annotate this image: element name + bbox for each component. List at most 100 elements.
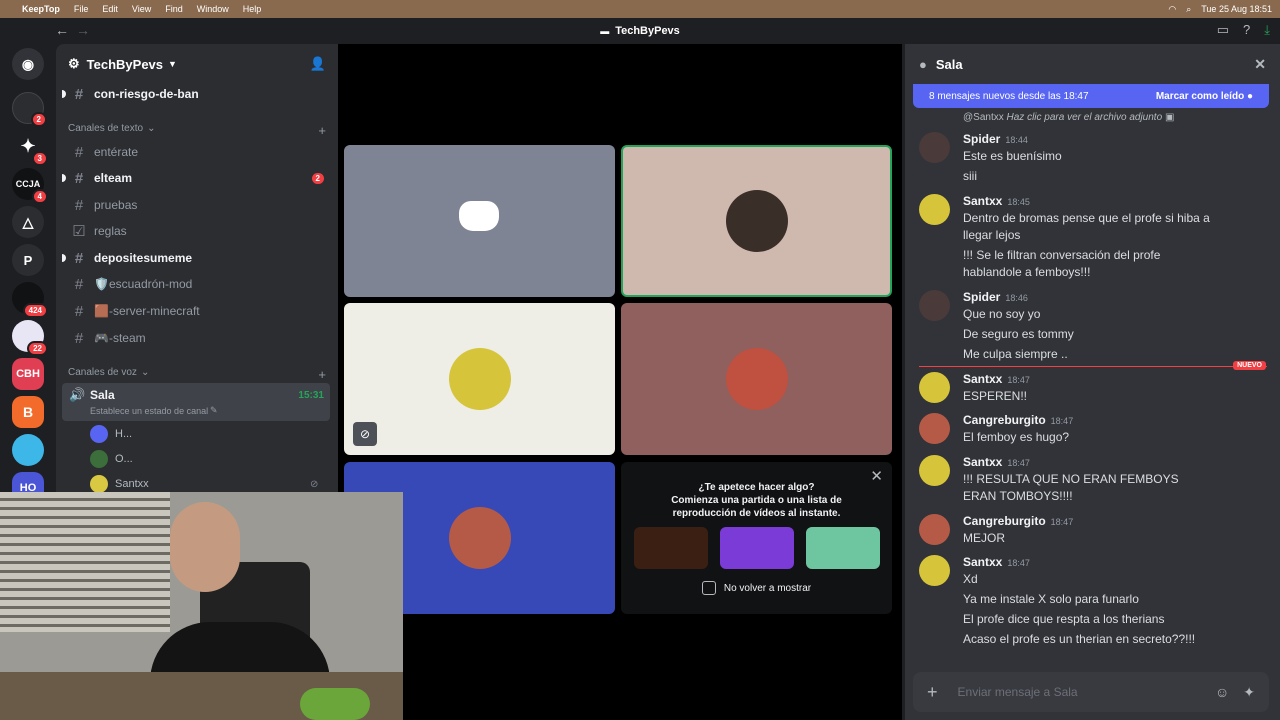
message-composer: + Enviar mensaje a Sala ☺ ✦ bbox=[913, 672, 1269, 712]
server-gear-icon: ⚙ bbox=[68, 56, 80, 71]
server-icon-p[interactable]: P bbox=[12, 244, 44, 276]
activity-prompt: ✕ ¿Te apetece hacer algo? Comienza una p… bbox=[621, 462, 892, 614]
avatar[interactable] bbox=[919, 132, 950, 163]
mic-muted-icon: ⊘ bbox=[310, 478, 319, 490]
server-icon-10[interactable] bbox=[12, 434, 44, 466]
app-menu[interactable]: KeepTop bbox=[22, 4, 60, 14]
activity-game-3[interactable] bbox=[805, 527, 880, 569]
message-author[interactable]: Santxx 18:47 bbox=[963, 555, 1030, 569]
message-author[interactable]: Cangreburgito 18:47 bbox=[963, 514, 1073, 528]
server-icon-triangle[interactable]: △ bbox=[12, 206, 44, 238]
menu-file[interactable]: File bbox=[74, 4, 89, 14]
new-divider-label: NUEVO bbox=[1233, 361, 1266, 370]
unread-dot bbox=[62, 174, 66, 182]
discord-tile[interactable] bbox=[344, 145, 615, 297]
channel-con-riesgo-de-ban[interactable]: # con-riesgo-de-ban bbox=[62, 82, 330, 106]
server-icon-b[interactable]: B bbox=[12, 396, 44, 428]
voice-user-santxx[interactable]: Santxx ⊘ bbox=[90, 475, 318, 493]
voice-channel-sala[interactable]: 🔊 Sala Establece un estado de canal ✎ 15… bbox=[62, 383, 330, 421]
voice-user-1[interactable]: H... bbox=[90, 425, 132, 443]
reply-reference[interactable]: @Santxx Haz clic para ver el archivo adj… bbox=[963, 112, 1174, 123]
avatar[interactable] bbox=[919, 413, 950, 444]
channel-pruebas[interactable]: # pruebas bbox=[64, 193, 330, 217]
activity-game-2[interactable] bbox=[719, 527, 794, 569]
channel-depositesumeme[interactable]: # depositesumeme bbox=[62, 246, 330, 270]
message-author[interactable]: Spider 18:46 bbox=[963, 290, 1028, 304]
message-author[interactable]: Spider 18:44 bbox=[963, 132, 1028, 146]
channel-escuadron-mod[interactable]: # 🛡️escuadrón-mod bbox=[64, 272, 330, 296]
server-icon-6[interactable]: 424 bbox=[12, 282, 48, 318]
new-messages-banner[interactable]: 8 mensajes nuevos desde las 18:47 Marcar… bbox=[913, 84, 1269, 108]
activity-game-1[interactable] bbox=[633, 527, 708, 569]
menu-find[interactable]: Find bbox=[165, 4, 183, 14]
server-badge: 22 bbox=[27, 341, 48, 356]
avatar[interactable] bbox=[919, 372, 950, 403]
channel-reglas[interactable]: ☑ reglas bbox=[64, 219, 330, 243]
avatar bbox=[448, 507, 511, 569]
voice-channels-category[interactable]: Canales de voz ⌄ + bbox=[68, 367, 326, 382]
add-channel-icon[interactable]: + bbox=[318, 367, 326, 382]
avatar bbox=[90, 475, 108, 493]
message-author[interactable]: Cangreburgito 18:47 bbox=[963, 413, 1073, 427]
new-messages-divider bbox=[919, 366, 1267, 367]
message-text: Dentro de bromas pense que el profe si h… bbox=[963, 211, 1210, 242]
server-icon-7[interactable]: 22 bbox=[12, 320, 48, 356]
avatar[interactable] bbox=[919, 290, 950, 321]
menu-edit[interactable]: Edit bbox=[102, 4, 118, 14]
channel-enterate[interactable]: # entérate bbox=[64, 140, 330, 164]
channel-steam[interactable]: # 🎮-steam bbox=[64, 326, 330, 350]
add-channel-icon[interactable]: + bbox=[318, 123, 326, 138]
text-channels-category[interactable]: Canales de texto ⌄ + bbox=[68, 123, 326, 138]
server-icon-2[interactable]: ✦ 3 bbox=[12, 130, 48, 166]
webcam-tile[interactable] bbox=[621, 145, 892, 297]
menu-help[interactable]: Help bbox=[243, 4, 262, 14]
close-icon[interactable]: ✕ bbox=[870, 467, 883, 485]
voice-status[interactable]: Establece un estado de canal bbox=[90, 406, 208, 416]
menu-view[interactable]: View bbox=[132, 4, 151, 14]
santxx-tile[interactable]: ⊘ bbox=[344, 303, 615, 455]
hash-icon: # bbox=[74, 85, 84, 103]
message-author[interactable]: Santxx 18:45 bbox=[963, 194, 1030, 208]
close-icon[interactable]: ✕ bbox=[1254, 56, 1266, 73]
wifi-icon[interactable]: ◠ bbox=[1168, 4, 1176, 15]
server-header[interactable]: ⚙ TechByPevs ▼ 👤 bbox=[56, 44, 338, 84]
search-icon[interactable]: ⌕ bbox=[1186, 4, 1191, 15]
avatar[interactable] bbox=[919, 455, 950, 486]
mark-read-button[interactable]: Marcar como leído ● bbox=[1156, 91, 1253, 102]
mic-muted-icon: ⊘ bbox=[353, 422, 377, 446]
menu-window[interactable]: Window bbox=[197, 4, 229, 14]
message-text: !!! Se le filtran conversación del profe… bbox=[963, 248, 1161, 279]
inbox-icon[interactable]: ▭ bbox=[1217, 22, 1229, 38]
avatar[interactable] bbox=[919, 514, 950, 545]
add-attachment-icon[interactable]: + bbox=[927, 682, 938, 703]
download-icon[interactable]: ⤓ bbox=[1264, 22, 1270, 38]
tile-4[interactable] bbox=[621, 303, 892, 455]
channel-elteam[interactable]: # elteam 2 bbox=[62, 166, 330, 190]
chat-header: ● Sala ✕ bbox=[905, 44, 1280, 84]
avatar[interactable] bbox=[919, 555, 950, 586]
apps-icon[interactable]: ✦ bbox=[1243, 684, 1255, 701]
activity-line2: reproducción de vídeos al instante. bbox=[672, 508, 841, 519]
server-icon-ccja[interactable]: CCJA 4 bbox=[12, 168, 48, 204]
avatar bbox=[448, 348, 511, 410]
clock[interactable]: Tue 25 Aug 18:51 bbox=[1201, 4, 1272, 14]
server-icon-techbypevs[interactable]: 2 bbox=[12, 92, 47, 127]
help-icon[interactable]: ? bbox=[1243, 22, 1250, 38]
server-icon-cbh[interactable]: CBH bbox=[12, 358, 44, 390]
message-text: !!! RESULTA QUE NO ERAN FEMBOYS ERAN TOM… bbox=[963, 472, 1179, 503]
emoji-icon[interactable]: ☺ bbox=[1215, 684, 1229, 700]
message-input[interactable]: Enviar mensaje a Sala bbox=[958, 685, 1078, 699]
channel-server-minecraft[interactable]: # 🟫-server-minecraft bbox=[64, 299, 330, 323]
discord-home-icon[interactable]: ◉ bbox=[12, 48, 44, 80]
chat-title: Sala bbox=[935, 56, 963, 72]
avatar[interactable] bbox=[919, 194, 950, 225]
discord-logo-icon bbox=[459, 201, 499, 231]
voice-user-2[interactable]: O... bbox=[90, 450, 133, 468]
message-text: Xd bbox=[963, 572, 978, 586]
checkbox[interactable] bbox=[701, 581, 716, 595]
message-author[interactable]: Santxx 18:47 bbox=[963, 372, 1030, 386]
add-user-icon[interactable]: 👤 bbox=[310, 56, 326, 72]
message-author[interactable]: Santxx 18:47 bbox=[963, 455, 1030, 469]
pencil-icon[interactable]: ✎ bbox=[210, 405, 218, 416]
macos-menu-bar: KeepTop File Edit View Find Window Help … bbox=[0, 0, 1280, 18]
